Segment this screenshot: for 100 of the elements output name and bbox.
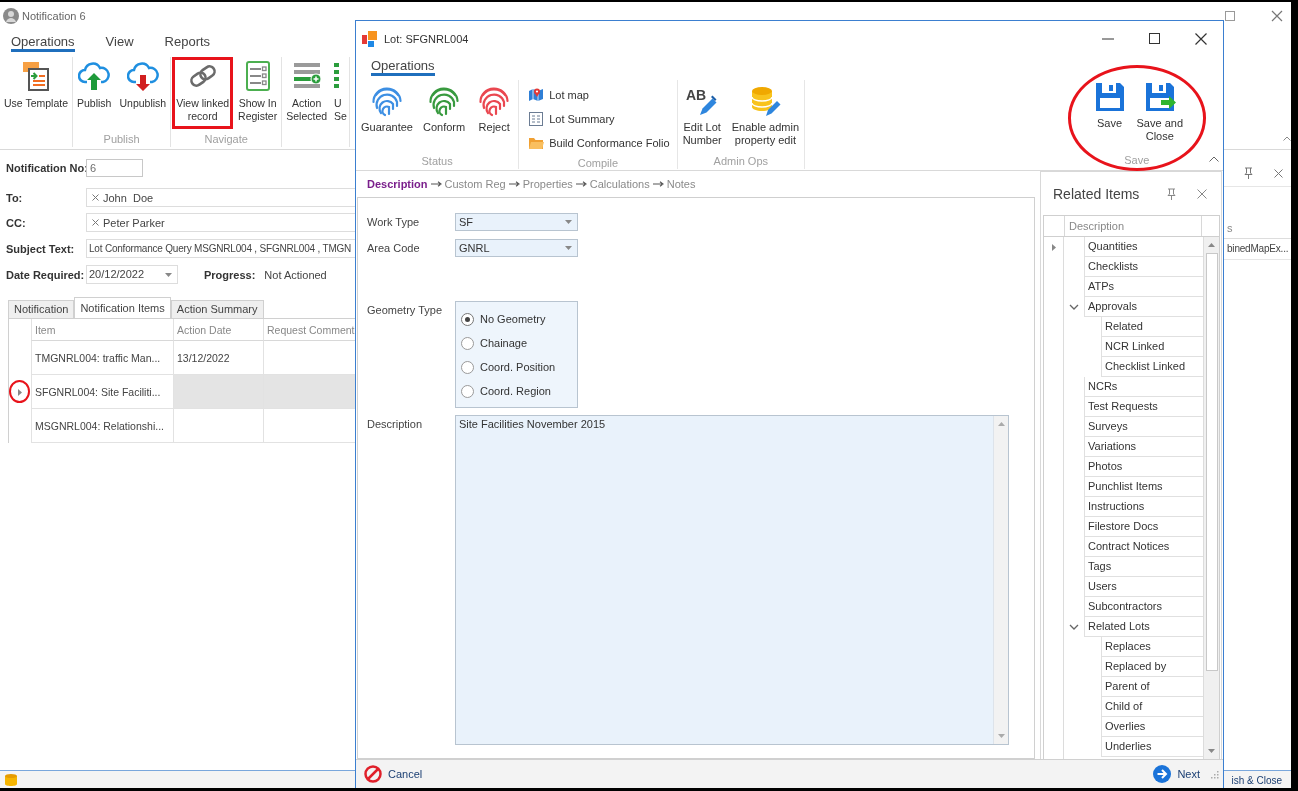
caret-down-icon[interactable] — [1208, 749, 1215, 753]
field-label: Geometry Type — [367, 303, 443, 318]
close-icon[interactable] — [1195, 32, 1207, 45]
progress-value: Not Actioned — [264, 268, 327, 281]
wizard-step[interactable]: Properties — [522, 178, 573, 190]
scrollbar-thumb[interactable] — [1205, 253, 1218, 671]
recipient-field[interactable]: Peter Parker — [86, 213, 355, 232]
ribbon-button[interactable]: Guarantee — [359, 85, 415, 153]
ribbon-button[interactable]: Show In Register — [236, 57, 280, 126]
recipient-field[interactable]: John Doe — [86, 188, 355, 207]
caret-down-icon[interactable] — [565, 220, 572, 224]
panel-title: Related Items — [1053, 185, 1141, 202]
option-label[interactable]: Chainage — [480, 337, 528, 349]
recipient-chip[interactable]: John Doe — [92, 191, 154, 204]
pin-icon[interactable] — [1167, 187, 1176, 200]
tab[interactable]: Notification — [8, 300, 75, 318]
maximize-icon[interactable] — [1149, 33, 1160, 44]
caret-down-icon[interactable] — [997, 734, 1005, 738]
ribbon-tab[interactable]: View — [105, 30, 134, 52]
radio-button[interactable] — [461, 384, 474, 398]
ribbon-button[interactable]: Save and Close — [1134, 81, 1185, 152]
option-label[interactable]: Coord. Position — [480, 361, 556, 373]
wizard-step[interactable]: Calculations — [589, 178, 650, 190]
ribbon-button[interactable]: Conform — [421, 85, 468, 153]
cancel-button[interactable]: Cancel — [362, 765, 425, 783]
chevron-down-icon[interactable] — [1069, 302, 1079, 312]
field-label: Description — [367, 417, 424, 432]
arrow-right-icon — [508, 181, 520, 187]
subject-field[interactable]: Lot Conformance Query MSGNRL004 , SFGNRL004 , TMGN — [86, 239, 355, 258]
ribbon-button[interactable]: Publish — [75, 57, 114, 113]
field-label: To: — [6, 191, 24, 204]
chevron-down-icon[interactable] — [1069, 622, 1079, 632]
column-header[interactable]: Description — [1064, 216, 1201, 236]
wizard-step[interactable]: Notes — [666, 178, 696, 190]
ribbon-button[interactable]: Unpublish — [117, 57, 169, 113]
ribbon-button[interactable]: Use Template — [2, 57, 70, 113]
map-pin-icon — [528, 87, 545, 103]
column-header[interactable]: Action Date — [173, 319, 263, 341]
cloud-upload-icon — [78, 60, 111, 92]
radio-button[interactable] — [461, 336, 474, 350]
chevron-up-icon[interactable] — [1283, 136, 1291, 141]
field-label: Work Type — [367, 215, 421, 230]
field-label: Notification No: — [6, 161, 86, 174]
option-label[interactable]: No Geometry — [480, 313, 546, 325]
arrow-right-icon — [652, 181, 664, 187]
caret-up-icon[interactable] — [997, 422, 1005, 426]
radio-button[interactable] — [461, 360, 474, 374]
ribbon-button[interactable]: Save — [1088, 81, 1131, 152]
app-logo-icon — [362, 30, 378, 47]
group-label: Status — [420, 154, 454, 169]
group-label: Admin Ops — [712, 154, 770, 169]
option-label[interactable]: Coord. Region — [480, 385, 551, 397]
chevron-up-icon[interactable] — [1209, 156, 1219, 162]
wizard-step[interactable]: Description — [367, 178, 428, 190]
field-label: Date Required: — [6, 268, 86, 281]
ribbon-button[interactable]: View linked record — [172, 57, 234, 129]
ribbon-button[interactable]: Reject — [473, 85, 516, 153]
scrollbar[interactable] — [1203, 237, 1219, 759]
arrow-right-circle-icon — [1153, 765, 1172, 783]
field-label: Progress: — [204, 268, 256, 281]
ribbon-tab[interactable]: Reports — [164, 30, 211, 52]
next-button[interactable]: Next — [1151, 765, 1202, 783]
cloud-download-icon — [126, 60, 159, 92]
radio-button[interactable] — [461, 312, 474, 326]
field-label: Subject Text: — [6, 242, 76, 255]
group-label: Publish — [103, 132, 140, 147]
save-icon — [1093, 81, 1126, 113]
table-cell: TMGNRL004: traffic Man... — [31, 341, 173, 375]
arrow-right-icon — [575, 181, 587, 187]
caret-down-icon[interactable] — [165, 272, 172, 277]
ribbon-button[interactable]: Enable admin property edit — [729, 85, 802, 153]
ribbon-button[interactable]: Build Conformance Folio — [522, 131, 674, 155]
caret-down-icon[interactable] — [565, 246, 572, 250]
ribbon-button[interactable]: AB Edit Lot Number — [680, 85, 724, 153]
ribbon-button[interactable]: Lot Summary — [522, 107, 674, 131]
ribbon-button[interactable]: Action Selected — [284, 57, 330, 126]
number-field[interactable]: 6 — [86, 158, 143, 177]
dropdown-field[interactable]: SF — [455, 213, 578, 231]
column-header[interactable]: s — [1227, 222, 1233, 234]
dropdown-field[interactable]: GNRL — [455, 239, 578, 257]
column-header[interactable]: Item — [31, 319, 173, 341]
pin-icon[interactable] — [1244, 167, 1253, 179]
ribbon-button[interactable]: Lot map — [522, 83, 674, 107]
ribbon-button[interactable]: U Se — [333, 57, 347, 126]
status-button[interactable]: ish & Close — [1231, 770, 1282, 788]
description-field[interactable]: Site Facilities November 2015 — [455, 415, 1009, 745]
tab[interactable]: Notification Items — [74, 297, 171, 318]
group-label: Save — [1123, 153, 1151, 168]
ribbon-tab[interactable]: Operations — [11, 30, 75, 52]
window-title: Notification 6 — [22, 10, 86, 22]
folder-icon — [528, 135, 545, 151]
ribbon-tab[interactable]: Operations — [371, 56, 435, 76]
date-field[interactable]: 20/12/2022 — [86, 265, 178, 284]
caret-up-icon[interactable] — [1208, 243, 1215, 247]
minimize-icon[interactable] — [1102, 37, 1114, 40]
scrollbar[interactable] — [993, 416, 1008, 744]
recipient-chip[interactable]: Peter Parker — [92, 216, 165, 229]
resize-grip-icon[interactable] — [1210, 769, 1219, 779]
wizard-step[interactable]: Custom Reg — [444, 178, 506, 190]
tab[interactable]: Action Summary — [170, 300, 264, 318]
